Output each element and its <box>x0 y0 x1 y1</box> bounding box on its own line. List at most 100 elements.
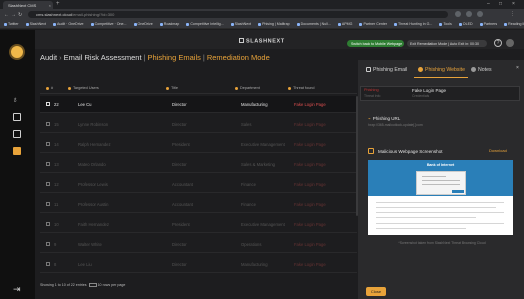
bookmark-item[interactable]: OneDrive <box>138 22 153 26</box>
audit-icon[interactable] <box>13 147 21 155</box>
column-threat-found[interactable]: Threat found <box>288 86 315 90</box>
window-close-icon[interactable]: × <box>512 1 515 7</box>
logout-icon[interactable]: ⇥ <box>13 285 21 294</box>
screenshot-icon <box>368 148 374 154</box>
screenshot-label: Malicious Webpage Screenshot <box>378 149 443 154</box>
column-department[interactable]: Department <box>235 86 260 90</box>
row-index: 14 <box>54 142 59 147</box>
forward-icon[interactable]: → <box>11 12 16 18</box>
user-title: Accountant <box>172 182 193 187</box>
bookmark-item[interactable]: Competitive Intellig... <box>190 22 223 26</box>
threat-found: Fake Login Page <box>294 242 326 247</box>
browser-menu-icon[interactable]: ⋮ <box>510 11 516 17</box>
user-avatar[interactable] <box>506 39 514 47</box>
bookmark-item[interactable]: Competitive · One... <box>95 22 127 26</box>
row-index: 10 <box>54 222 59 227</box>
row-checkbox[interactable] <box>46 142 50 146</box>
tab-phishing-website[interactable]: Phishing Website <box>418 67 465 73</box>
table-row[interactable]: 9 Walter White Director Operations Fake Logi… <box>40 236 357 253</box>
mail-icon <box>366 67 371 72</box>
panel-close-icon[interactable]: × <box>516 65 519 71</box>
breadcrumb-risk-assessment[interactable]: Email Risk Assessment <box>64 53 142 62</box>
browser-tab[interactable]: SlashNext CMS × <box>3 1 53 9</box>
row-checkbox[interactable] <box>46 182 50 186</box>
row-index: 11 <box>54 202 59 207</box>
table-row[interactable]: 10 Faith Hernandez President Executive Mana… <box>40 216 357 233</box>
table-row[interactable]: 15 Lynne Robinson Director Sales Fake Login … <box>40 116 357 133</box>
row-index: 22 <box>54 102 59 107</box>
table-row[interactable]: 8 Lee Liu Director Manufacturing Fake Login … <box>40 256 357 273</box>
entries-count: Showing 1 to 10 of 22 entries <box>40 283 87 287</box>
extension-icon[interactable] <box>466 11 472 17</box>
page-size-value: 10 <box>97 283 102 287</box>
new-tab-button[interactable]: + <box>56 1 60 7</box>
brand-name: SLASHNEXT <box>246 38 285 45</box>
bookmark-item[interactable]: Partner Center <box>363 22 387 26</box>
maximize-icon[interactable]: □ <box>499 1 502 7</box>
row-checkbox[interactable] <box>46 202 50 206</box>
row-checkbox[interactable] <box>46 102 50 106</box>
bookmark-item[interactable]: Threat Hunting in G... <box>398 22 432 26</box>
help-icon[interactable]: ? <box>494 39 502 47</box>
download-link[interactable]: Download <box>489 148 507 153</box>
row-checkbox[interactable] <box>46 122 50 126</box>
malicious-webpage-screenshot[interactable]: Bank of Internet <box>368 160 513 235</box>
bookmark-item[interactable]: Reading list <box>508 22 524 26</box>
row-index: 12 <box>54 182 59 187</box>
breadcrumb-audit[interactable]: Audit <box>40 53 57 62</box>
phishing-url-value[interactable]: hxxp://365-mailoutlook-update[.]com <box>368 123 423 127</box>
breadcrumb-phishing-emails[interactable]: Phishing Emails <box>148 53 201 62</box>
tab-phishing-email[interactable]: Phishing Email <box>366 67 407 73</box>
exit-remediation-button[interactable]: Exit Remediation Mode | Auto Exit in: 00… <box>407 40 487 47</box>
row-checkbox[interactable] <box>46 162 50 166</box>
table-row[interactable]: 11 Professor Austin Accountant Finance Fake … <box>40 196 357 213</box>
user-name: Professor Austin <box>78 202 109 207</box>
threat-found: Fake Login Page <box>294 142 326 147</box>
bookmark-item[interactable]: OLED <box>463 22 473 26</box>
user-name: Walter White <box>78 242 102 247</box>
reload-icon[interactable]: ↻ <box>18 12 22 18</box>
column-targeted-users[interactable]: Targeted Users <box>68 86 99 90</box>
bookmark-item[interactable]: Twitter <box>8 22 19 26</box>
minimize-icon[interactable]: – <box>487 1 490 7</box>
threat-sublabel: Threat Info <box>364 94 381 98</box>
tab-notes[interactable]: Notes <box>471 67 492 73</box>
profile-avatar[interactable] <box>477 11 483 17</box>
row-checkbox[interactable] <box>46 242 50 246</box>
user-title: Director <box>172 102 187 107</box>
bookmark-item[interactable]: Roadmap <box>164 22 180 26</box>
bookmark-item[interactable]: Documents | Null... <box>301 22 331 26</box>
column-title[interactable]: Title <box>166 86 178 90</box>
globe-icon <box>418 67 423 72</box>
row-checkbox[interactable] <box>46 262 50 266</box>
select-all-checkbox[interactable]: # <box>46 86 53 90</box>
bookmark-item[interactable]: Partners <box>484 22 498 26</box>
bookmark-item[interactable]: Phising | Mailtrap <box>262 22 290 26</box>
extension-icon[interactable] <box>455 11 461 17</box>
switch-mobile-button[interactable]: Switch back to Mobile Webpage <box>347 40 404 47</box>
notes-icon <box>471 67 476 72</box>
bookmark-item[interactable]: APMG <box>342 22 353 26</box>
threat-value-sub: Credentials <box>412 94 430 98</box>
table-row[interactable]: 22 Lee Cu Director Manufacturing Fake Login … <box>40 96 357 113</box>
bookmark-item[interactable]: Tools <box>443 22 451 26</box>
table-row[interactable]: 13 Mateo Orlando Director Sales & Marketing… <box>40 156 357 173</box>
document-icon[interactable] <box>13 113 21 121</box>
back-icon[interactable]: ← <box>4 12 9 18</box>
close-button[interactable]: Close <box>366 287 386 296</box>
bookmark-item[interactable]: SlashNext <box>235 22 251 26</box>
app-logo[interactable] <box>9 44 25 60</box>
table-row[interactable]: 14 Ralph Hernandez President Executive Mana… <box>40 136 357 153</box>
users-icon[interactable]: ♁ <box>12 96 22 104</box>
bookmark-item[interactable]: Audit · OneDrive <box>57 22 84 26</box>
url-input[interactable]: cms.slashnext.cloud/email-phishing/?id=3… <box>28 11 448 18</box>
page-size-select[interactable] <box>88 283 97 288</box>
threat-found: Fake Login Page <box>294 262 326 267</box>
user-name: Lee Liu <box>78 262 92 267</box>
table-row[interactable]: 12 Professor Lewis Accountant Finance Fake L… <box>40 176 357 193</box>
row-checkbox[interactable] <box>46 222 50 226</box>
report-icon[interactable] <box>13 130 21 138</box>
close-tab-icon[interactable]: × <box>49 3 51 8</box>
user-title: President <box>172 142 190 147</box>
bookmark-item[interactable]: SlashNext <box>30 22 46 26</box>
